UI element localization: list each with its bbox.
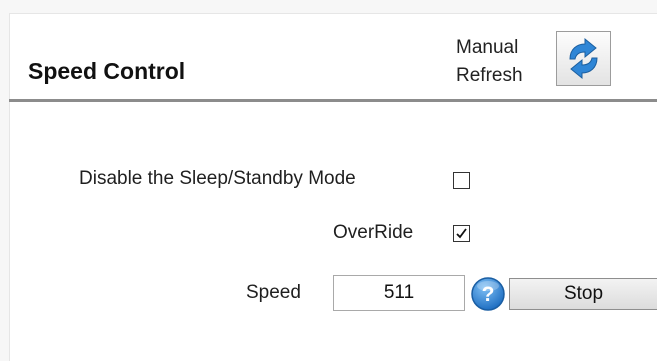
svg-text:?: ? [482, 283, 495, 306]
manual-refresh-label: Manual Refresh [456, 34, 538, 92]
manual-refresh-label-line1: Manual [456, 37, 519, 58]
speed-label: Speed [246, 282, 301, 303]
override-label: OverRide [333, 222, 414, 243]
panel-header: Speed Control Manual Refresh [10, 14, 657, 102]
manual-refresh-label-line2: Refresh [456, 65, 523, 86]
override-checkbox[interactable] [453, 225, 470, 242]
checkmark-icon [456, 228, 467, 239]
speed-input[interactable] [333, 275, 465, 311]
sleep-mode-checkbox[interactable] [453, 172, 470, 189]
question-mark-icon[interactable]: ? [470, 276, 506, 312]
page-title: Speed Control [28, 58, 186, 84]
header-divider [9, 99, 657, 102]
sleep-mode-label: Disable the Sleep/Standby Mode [79, 168, 356, 189]
manual-refresh-button[interactable] [556, 31, 611, 86]
stop-button[interactable]: Stop [509, 278, 657, 310]
refresh-arrows-icon [569, 37, 598, 80]
